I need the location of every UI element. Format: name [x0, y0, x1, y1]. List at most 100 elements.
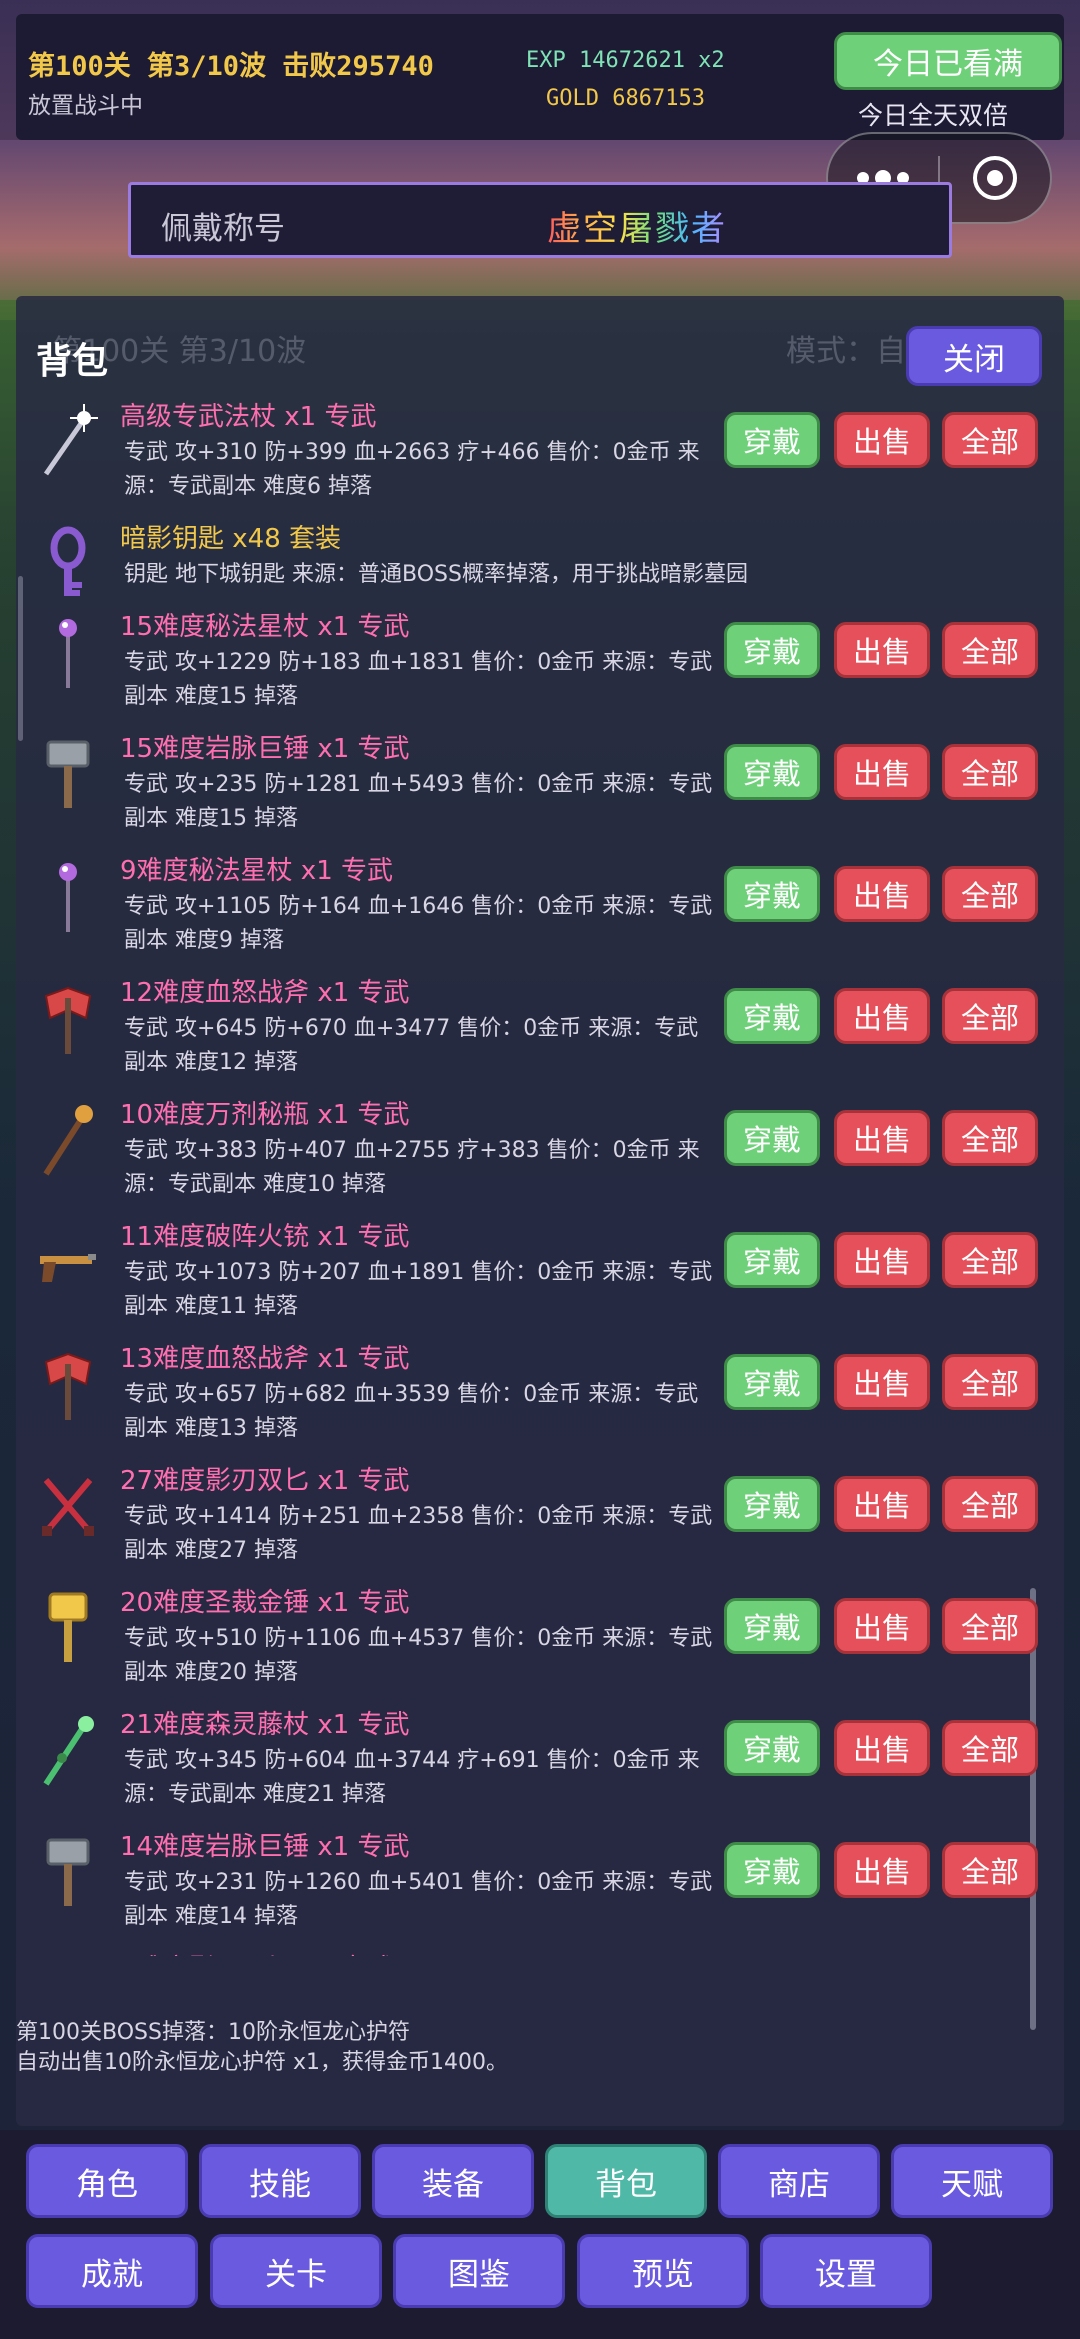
sell-all-button[interactable]: 全部	[942, 622, 1038, 678]
item-description: 专武 攻+310 防+399 血+2663 疗+466 售价：0金币 来源：专武…	[124, 440, 700, 499]
equipped-title-bar[interactable]: 佩戴称号 虚空屠戮者	[128, 182, 952, 258]
sell-button[interactable]: 出售	[834, 1476, 930, 1532]
battle-status: 放置战斗中	[28, 93, 143, 119]
sell-button[interactable]: 出售	[834, 1842, 930, 1898]
equip-button[interactable]: 穿戴	[724, 412, 820, 468]
sell-all-button[interactable]: 全部	[942, 1232, 1038, 1288]
sell-button[interactable]: 出售	[834, 412, 930, 468]
top-hud: 第100关 第3/10波 击败295740 放置战斗中 EXP 14672621…	[16, 14, 1064, 140]
inventory-item[interactable]: 10难度万剂秘瓶 x1 专武 专武 攻+383 防+407 血+2755 疗+38…	[16, 1082, 1064, 1204]
sell-button[interactable]: 出售	[834, 622, 930, 678]
item-name: 13难度血怒战斧 x1 专武	[120, 1344, 410, 1374]
axe-icon	[36, 1344, 100, 1424]
item-name: 11难度破阵火铳 x1 专武	[120, 1222, 410, 1252]
inventory-item[interactable]: 27难度影刃双匕 x1 专武 专武 攻+1414 防+251 血+2358 售价：…	[16, 1448, 1064, 1570]
inventory-item[interactable]: 15难度岩脉巨锤 x1 专武 专武 攻+235 防+1281 血+5493 售价：…	[16, 716, 1064, 838]
inventory-item[interactable]: 高级专武法杖 x1 专武 专武 攻+310 防+399 血+2663 疗+466 …	[16, 396, 1064, 506]
item-description: 专武 攻+645 防+670 血+3477 售价：0金币 来源：专武副本 难度1…	[124, 1016, 699, 1075]
item-name: 1难度影刃双匕 x1 专武	[120, 1948, 393, 1956]
equip-button[interactable]: 穿戴	[724, 1476, 820, 1532]
item-name: 14难度岩脉巨锤 x1 专武	[120, 1832, 410, 1862]
item-list[interactable]: 高级专武法杖 x1 专武 专武 攻+310 防+399 血+2663 疗+466 …	[16, 396, 1064, 1956]
sell-button[interactable]: 出售	[834, 1720, 930, 1776]
sell-all-button[interactable]: 全部	[942, 1476, 1038, 1532]
item-name: 15难度岩脉巨锤 x1 专武	[120, 734, 410, 764]
sell-button[interactable]: 出售	[834, 1110, 930, 1166]
background-mode-text: 模式：自	[786, 334, 906, 369]
item-description: 专武 攻+657 防+682 血+3539 售价：0金币 来源：专武副本 难度1…	[124, 1382, 699, 1441]
sell-button[interactable]: 出售	[834, 866, 930, 922]
hammer-icon	[36, 1832, 100, 1912]
inventory-item[interactable]: 15难度秘法星杖 x1 专武专武 攻+1229 防+183 血+1831 售价：…	[16, 594, 1064, 716]
inventory-item[interactable]: 11难度破阵火铳 x1 专武 专武 攻+1073 防+207 血+1891 售价：…	[16, 1204, 1064, 1326]
sell-all-button[interactable]: 全部	[942, 988, 1038, 1044]
inventory-item[interactable]: 13难度血怒战斧 x1 专武专武 攻+657 防+682 血+3539 售价：0…	[16, 1326, 1064, 1448]
sell-all-button[interactable]: 全部	[942, 744, 1038, 800]
item-name: 12难度血怒战斧 x1 专武	[120, 978, 410, 1008]
log-line: 第100关BOSS掉落：10阶永恒龙心护符	[16, 2020, 410, 2045]
equip-button[interactable]: 穿戴	[724, 1354, 820, 1410]
key-icon	[36, 524, 100, 604]
sell-all-button[interactable]: 全部	[942, 1354, 1038, 1410]
inventory-item[interactable]: 暗影钥匙 x48 套装 钥匙 地下城钥匙 来源：普通BOSS概率掉落，用于挑战暗影…	[16, 506, 1064, 596]
nav-tab[interactable]: 背包	[545, 2144, 707, 2218]
vine-staff-icon	[36, 1710, 100, 1790]
sell-all-button[interactable]: 全部	[942, 1598, 1038, 1654]
inventory-panel: 第100关 第3/10波 模式：自 背包 关闭 高级专武法杖 x1 专武 专武 攻…	[16, 296, 1064, 2126]
staff-icon	[36, 856, 100, 936]
item-description: 专武 攻+345 防+604 血+3744 疗+691 售价：0金币 来源：专武…	[124, 1748, 700, 1807]
sell-button[interactable]: 出售	[834, 744, 930, 800]
sell-all-button[interactable]: 全部	[942, 1842, 1038, 1898]
sell-button[interactable]: 出售	[834, 1232, 930, 1288]
nav-tab[interactable]: 设置	[760, 2234, 932, 2308]
close-miniprogram-icon[interactable]	[940, 156, 1050, 200]
nav-tab[interactable]: 装备	[372, 2144, 534, 2218]
equip-button[interactable]: 穿戴	[724, 1110, 820, 1166]
sell-button[interactable]: 出售	[834, 988, 930, 1044]
nav-tab[interactable]: 关卡	[210, 2234, 382, 2308]
inventory-item[interactable]: 20难度圣裁金锤 x1 专武 专武 攻+510 防+1106 血+4537 售价：…	[16, 1570, 1064, 1692]
equip-button[interactable]: 穿戴	[724, 1232, 820, 1288]
item-description: 专武 攻+1105 防+164 血+1646 售价：0金币 来源：专武副本 难度…	[124, 894, 713, 953]
hammer-icon	[36, 734, 100, 814]
inventory-item[interactable]: 14难度岩脉巨锤 x1 专武 专武 攻+231 防+1260 血+5401 售价：…	[16, 1814, 1064, 1936]
inventory-item[interactable]: 9难度秘法星杖 x1 专武专武 攻+1105 防+164 血+1646 售价：0…	[16, 838, 1064, 960]
sell-all-button[interactable]: 全部	[942, 1720, 1038, 1776]
sell-all-button[interactable]: 全部	[942, 412, 1038, 468]
item-description: 专武 攻+1229 防+183 血+1831 售价：0金币 来源：专武副本 难度…	[124, 650, 713, 709]
sell-button[interactable]: 出售	[834, 1598, 930, 1654]
inventory-item[interactable]: 21难度森灵藤杖 x1 专武 专武 攻+345 防+604 血+3744 疗+69…	[16, 1692, 1064, 1814]
equip-button[interactable]: 穿戴	[724, 1842, 820, 1898]
equip-button[interactable]: 穿戴	[724, 1720, 820, 1776]
nav-tab[interactable]: 技能	[199, 2144, 361, 2218]
item-description: 专武 攻+1414 防+251 血+2358 售价：0金币 来源：专武副本 难度…	[124, 1504, 713, 1563]
double-reward-label: 今日全天双倍	[858, 101, 1009, 130]
sell-all-button[interactable]: 全部	[942, 866, 1038, 922]
item-description: 钥匙 地下城钥匙 来源：普通BOSS概率掉落，用于挑战暗影墓园	[124, 562, 748, 587]
gun-icon	[36, 1222, 100, 1302]
nav-tab[interactable]: 商店	[718, 2144, 880, 2218]
nav-tab[interactable]: 图鉴	[393, 2234, 565, 2308]
daily-ad-button[interactable]: 今日已看满	[834, 32, 1062, 90]
equip-button[interactable]: 穿戴	[724, 622, 820, 678]
log-line: 自动出售10阶永恒龙心护符 x1，获得金币1400。	[16, 2050, 508, 2075]
equip-button[interactable]: 穿戴	[724, 988, 820, 1044]
nav-tab[interactable]: 天赋	[891, 2144, 1053, 2218]
wand-icon	[36, 402, 100, 482]
equip-button[interactable]: 穿戴	[724, 744, 820, 800]
equip-button[interactable]: 穿戴	[724, 866, 820, 922]
nav-tab[interactable]: 成就	[26, 2234, 198, 2308]
sell-all-button[interactable]: 全部	[942, 1110, 1038, 1166]
inventory-item[interactable]: 12难度血怒战斧 x1 专武专武 攻+645 防+670 血+3477 售价：0…	[16, 960, 1064, 1082]
inventory-item[interactable]: 1难度影刃双匕 x1 专武专武 攻+900 防+160 血+1500 售价：0金…	[16, 1936, 1064, 1956]
equip-button[interactable]: 穿戴	[724, 1598, 820, 1654]
nav-tab[interactable]: 预览	[577, 2234, 749, 2308]
close-button[interactable]: 关闭	[906, 326, 1042, 386]
item-name: 20难度圣裁金锤 x1 专武	[120, 1588, 410, 1618]
axe-icon	[36, 978, 100, 1058]
item-name: 15难度秘法星杖 x1 专武	[120, 612, 410, 642]
item-name: 9难度秘法星杖 x1 专武	[120, 856, 394, 886]
daggers-icon	[36, 1954, 100, 1956]
sell-button[interactable]: 出售	[834, 1354, 930, 1410]
nav-tab[interactable]: 角色	[26, 2144, 188, 2218]
